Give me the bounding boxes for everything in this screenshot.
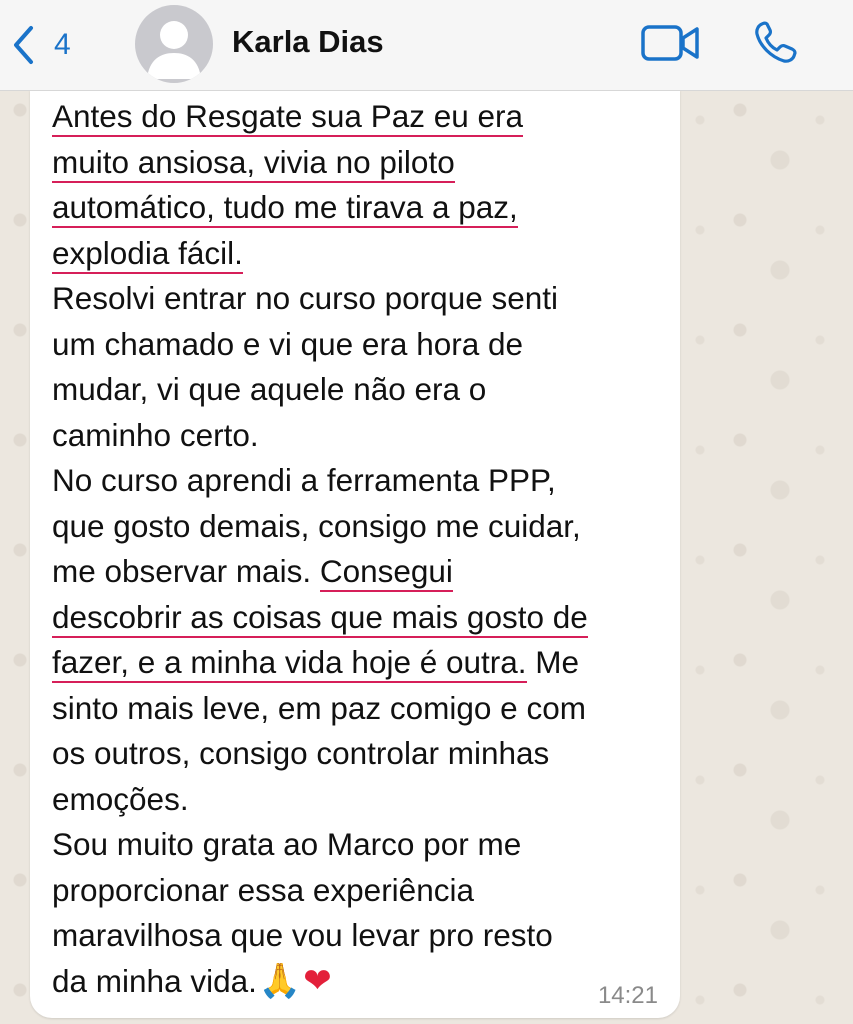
message-line: mudar, vi que aquele não era o [52,371,487,407]
chevron-left-icon [12,25,34,65]
person-silhouette-icon [147,21,201,79]
message-line: No curso aprendi a ferramenta PPP, [52,462,556,498]
chat-header: 4 Karla Dias [0,0,853,91]
message-line: caminho certo. [52,416,259,453]
phone-icon [755,21,797,63]
message-line: um chamado e vi que era hora de [52,325,524,362]
message-line: proporcionar essa experiência [52,871,474,908]
message-line: os outros, consigo controlar minhas [52,735,550,771]
message-text: Antes do Resgate sua Paz eu era muito an… [52,94,672,1004]
message-line: explodia fácil. [52,234,243,274]
message-line-highlight: descobrir as coisas que mais gosto de [52,598,588,638]
red-heart-emoji-icon: ❤ [303,960,332,1001]
avatar[interactable] [135,5,213,83]
message-line: Sou muito grata ao Marco por me [52,826,522,862]
message-line: da minha vida. [52,962,257,999]
message-line: Resolvi entrar no curso porque senti [52,280,559,316]
message-line: sinto mais leve, em paz comigo e com [52,689,586,726]
message-line: que gosto demais, consigo me cuidar, [52,507,581,544]
message-line: automático, tudo me tirava a paz, [52,189,518,228]
video-call-button[interactable] [640,22,702,64]
video-camera-icon [641,25,699,61]
contact-name[interactable]: Karla Dias [232,24,384,60]
message-line: emoções. [52,780,189,817]
message-line-highlight: Consegui [319,553,453,592]
unread-count: 4 [54,28,71,61]
message-line: Antes do Resgate sua Paz eu era [52,98,524,137]
message-line-highlight: fazer, e a minha vida hoje é outra. [52,644,527,683]
back-button[interactable]: 4 [12,20,71,70]
message-bubble[interactable]: Antes do Resgate sua Paz eu era muito an… [30,90,680,1018]
message-line: me observar mais. [52,553,320,589]
message-line: Me [526,644,580,680]
message-line: muito ansiosa, vivia no piloto [52,143,455,183]
voice-call-button[interactable] [752,20,800,66]
message-timestamp: 14:21 [597,982,658,1009]
folded-hands-emoji-icon: 🙏 [258,960,302,1001]
message-line: maravilhosa que vou levar pro resto [52,917,553,953]
